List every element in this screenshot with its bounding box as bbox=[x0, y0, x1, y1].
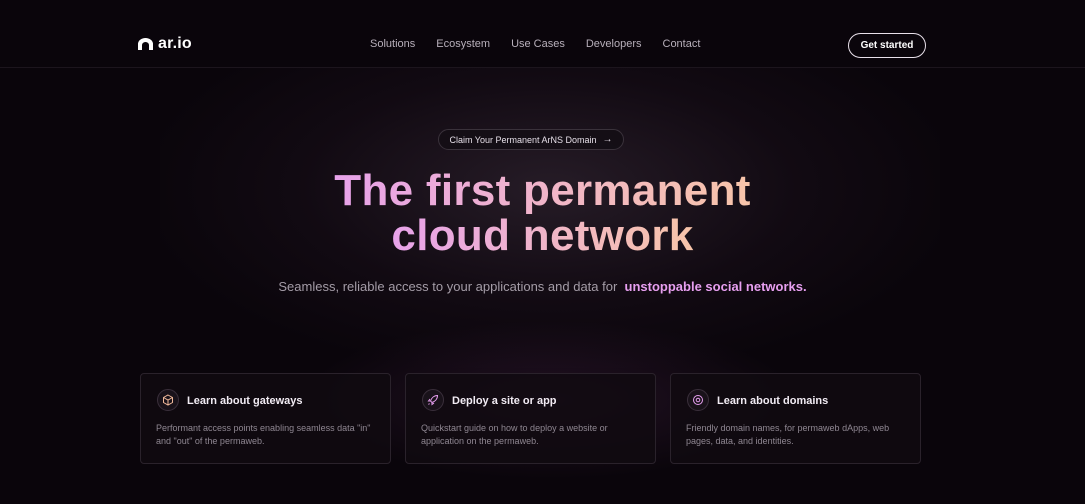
target-icon bbox=[687, 389, 709, 411]
card-deploy[interactable]: Deploy a site or app Quickstart guide on… bbox=[405, 373, 656, 464]
card-description: Friendly domain names, for permaweb dApp… bbox=[686, 423, 890, 446]
nav-use-cases[interactable]: Use Cases bbox=[511, 38, 565, 50]
card-description: Performant access points enabling seamle… bbox=[156, 423, 371, 446]
card-gateways[interactable]: Learn about gateways Performant access p… bbox=[140, 373, 391, 464]
main-nav: Solutions Ecosystem Use Cases Developers… bbox=[370, 38, 700, 50]
subtitle-highlight: unstoppable social networks. bbox=[624, 279, 807, 294]
hero-headline: The first permanent cloud network bbox=[0, 168, 1085, 258]
get-started-button[interactable]: Get started bbox=[848, 33, 926, 58]
nav-contact[interactable]: Contact bbox=[663, 38, 701, 50]
subtitle-text: Seamless, reliable access to your applic… bbox=[278, 279, 618, 294]
nav-solutions[interactable]: Solutions bbox=[370, 38, 415, 50]
rocket-icon bbox=[422, 389, 444, 411]
nav-developers[interactable]: Developers bbox=[586, 38, 642, 50]
site-header: ar.io Solutions Ecosystem Use Cases Deve… bbox=[0, 0, 1085, 68]
card-title: Learn about gateways bbox=[187, 395, 303, 407]
claim-domain-label: Claim Your Permanent ArNS Domain bbox=[449, 134, 597, 145]
arrow-right-icon: → bbox=[602, 134, 613, 145]
claim-domain-pill[interactable]: Claim Your Permanent ArNS Domain → bbox=[438, 129, 624, 150]
brand-logo[interactable]: ar.io bbox=[138, 35, 192, 53]
brand-name: ar.io bbox=[158, 35, 192, 52]
card-title: Deploy a site or app bbox=[452, 395, 557, 407]
headline-line-2: cloud network bbox=[391, 211, 694, 260]
nav-ecosystem[interactable]: Ecosystem bbox=[436, 38, 490, 50]
card-title: Learn about domains bbox=[717, 395, 829, 407]
hero-subtitle: Seamless, reliable access to your applic… bbox=[0, 279, 1085, 294]
card-domains[interactable]: Learn about domains Friendly domain name… bbox=[670, 373, 921, 464]
cube-icon bbox=[157, 389, 179, 411]
headline-line-1: The first permanent bbox=[334, 166, 751, 215]
arch-icon bbox=[138, 38, 153, 50]
card-description: Quickstart guide on how to deploy a webs… bbox=[421, 423, 608, 446]
